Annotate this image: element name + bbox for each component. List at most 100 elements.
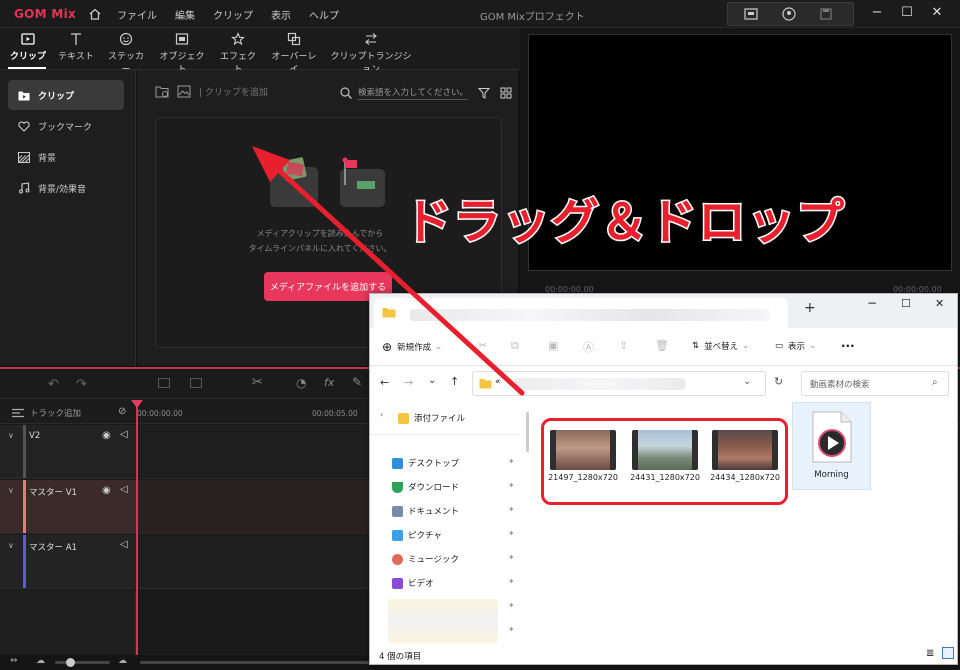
sidebar-item-audio[interactable]: 背景/効果音 (8, 173, 124, 203)
eye-icon[interactable]: ◉ (102, 485, 111, 496)
up-icon[interactable]: ↑ (450, 375, 459, 388)
file-item-audio-morning[interactable]: Morning (792, 402, 871, 490)
speed-icon[interactable]: ◔ (296, 376, 306, 390)
pen-icon[interactable]: ✎ (352, 375, 362, 389)
track-header-master-a1[interactable]: ∨ マスター A1 ◁ (0, 535, 136, 589)
fx-icon[interactable]: fx (324, 376, 334, 389)
tab-transition[interactable]: クリップトランジション (328, 32, 414, 75)
nav-item-desktop[interactable]: デスクトップ (392, 457, 459, 469)
subtitle-icon[interactable] (744, 8, 758, 20)
nav-item-documents[interactable]: ドキュメント (392, 505, 459, 517)
refresh-icon[interactable]: ↻ (774, 375, 783, 388)
chevron-right-icon[interactable]: › (380, 410, 383, 419)
close-icon[interactable]: ✕ (935, 297, 944, 310)
timeline-scrollbar[interactable] (140, 661, 370, 664)
chevron-down-icon[interactable]: ∨ (8, 541, 14, 550)
tab-effect[interactable]: エフェクト (216, 32, 260, 75)
pin-icon[interactable]: ✦ (508, 625, 515, 634)
cut-icon[interactable]: ✂ (252, 375, 263, 390)
pin-icon[interactable]: ✦ (508, 505, 515, 514)
track-header-v2[interactable]: ∨ V2 ◉ ◁ (0, 425, 136, 479)
nav-item-videos[interactable]: ビデオ (392, 577, 434, 589)
tab-object[interactable]: オブジェクト (157, 32, 207, 75)
sort-button[interactable]: ⇅ 並べ替え ⌄ (692, 340, 749, 352)
redo-icon[interactable]: ↷ (76, 377, 87, 392)
new-button[interactable]: ⊕ 新規作成 ⌄ (382, 340, 442, 354)
pin-icon[interactable]: ✦ (508, 553, 515, 562)
menu-edit[interactable]: 編集 (166, 7, 204, 22)
track-header-master-v1[interactable]: ∨ マスター V1 ◉ ◁ (0, 480, 136, 534)
close-icon[interactable]: ✕ (930, 6, 944, 20)
pin-icon[interactable]: ✦ (508, 457, 515, 466)
speaker-icon[interactable]: ◁ (120, 429, 128, 440)
add-clip-label[interactable]: | クリップを追加 (199, 85, 268, 98)
save-icon[interactable] (820, 8, 832, 20)
forward-icon[interactable]: → (404, 376, 413, 389)
undo-icon[interactable]: ↶ (48, 377, 59, 392)
add-media-icon[interactable] (155, 85, 169, 98)
nav-item-downloads[interactable]: ダウンロード (392, 481, 459, 493)
new-tab-button[interactable]: + (804, 300, 816, 316)
explorer-search-box[interactable]: 動画素材の検索 ⌕ (801, 371, 949, 396)
search-input[interactable]: 検索語を入力してください。 (358, 86, 468, 100)
large-icons-view-icon[interactable] (942, 647, 954, 659)
details-view-icon[interactable]: ≣ (926, 648, 934, 659)
speaker-icon[interactable]: ◁ (120, 539, 128, 550)
zoom-out-icon[interactable]: ☁ (36, 656, 45, 666)
menu-file[interactable]: ファイル (108, 7, 166, 22)
add-image-icon[interactable] (177, 85, 191, 98)
nav-item-pictures[interactable]: ピクチャ (392, 529, 442, 541)
pin-icon[interactable]: ✦ (508, 577, 515, 586)
speaker-icon[interactable]: ◁ (120, 484, 128, 495)
chevron-down-icon[interactable]: ∨ (8, 486, 14, 495)
share-icon[interactable]: ⇪ (619, 339, 628, 352)
address-bar[interactable]: « ⌄ (472, 371, 766, 396)
minimize-icon[interactable]: − (867, 296, 877, 310)
tab-overlay[interactable]: オーバーレイ (269, 32, 319, 75)
back-icon[interactable]: ← (380, 376, 389, 389)
zoom-slider-knob[interactable] (66, 658, 75, 667)
filter-icon[interactable] (478, 87, 490, 99)
pin-icon[interactable]: ✦ (508, 601, 515, 610)
snap-icon[interactable]: ⊘ (118, 406, 126, 417)
home-icon[interactable] (88, 7, 102, 21)
nav-item-attachments[interactable]: 添付ファイル (398, 412, 465, 424)
recent-locations-icon[interactable]: ⌄ (428, 375, 436, 386)
menu-view[interactable]: 表示 (262, 7, 300, 22)
delete-icon[interactable]: 🗑 (655, 339, 669, 352)
pin-icon[interactable]: ✦ (508, 529, 515, 538)
pin-icon[interactable]: ✦ (508, 481, 515, 490)
maximize-icon[interactable]: ☐ (901, 297, 911, 310)
nav-scrollbar[interactable] (526, 412, 529, 452)
tab-clip[interactable]: クリップ (8, 32, 48, 62)
chevron-down-icon[interactable]: ∨ (8, 431, 14, 440)
grid-view-icon[interactable] (500, 87, 512, 99)
delete-clip-icon[interactable] (190, 378, 202, 388)
sidebar-item-clip[interactable]: クリップ (8, 80, 124, 110)
zoom-slider[interactable] (55, 661, 110, 664)
media-search[interactable]: 検索語を入力してください。 (340, 86, 512, 100)
playhead[interactable] (136, 400, 138, 655)
view-button[interactable]: ▭ 表示 ⌄ (775, 340, 816, 352)
menu-help[interactable]: ヘルプ (300, 7, 348, 22)
tab-text[interactable]: テキスト (56, 32, 96, 62)
nav-item-music[interactable]: ミュージック (392, 553, 459, 565)
sidebar-item-background[interactable]: 背景 (8, 142, 124, 172)
paste-icon[interactable]: ▣ (548, 339, 558, 352)
minimize-icon[interactable]: − (870, 6, 884, 20)
menu-clip[interactable]: クリップ (204, 7, 262, 22)
fit-icon[interactable]: ⇔ (10, 656, 18, 666)
tab-sticker[interactable]: ステッカー (104, 32, 148, 75)
copy-icon[interactable]: ⧉ (511, 339, 519, 353)
zoom-in-icon[interactable]: ☁ (118, 656, 127, 666)
insert-clip-icon[interactable] (158, 378, 170, 388)
account-icon[interactable] (782, 7, 796, 21)
chevron-down-icon[interactable]: ⌄ (743, 376, 751, 387)
more-options-icon[interactable]: ... (841, 336, 855, 350)
maximize-icon[interactable]: ☐ (900, 6, 914, 20)
playhead-handle[interactable] (131, 400, 143, 408)
explorer-tab[interactable] (374, 298, 788, 328)
eye-icon[interactable]: ◉ (102, 430, 111, 441)
cut-icon[interactable]: ✂ (478, 339, 487, 352)
sidebar-item-bookmark[interactable]: ブックマーク (8, 111, 124, 141)
